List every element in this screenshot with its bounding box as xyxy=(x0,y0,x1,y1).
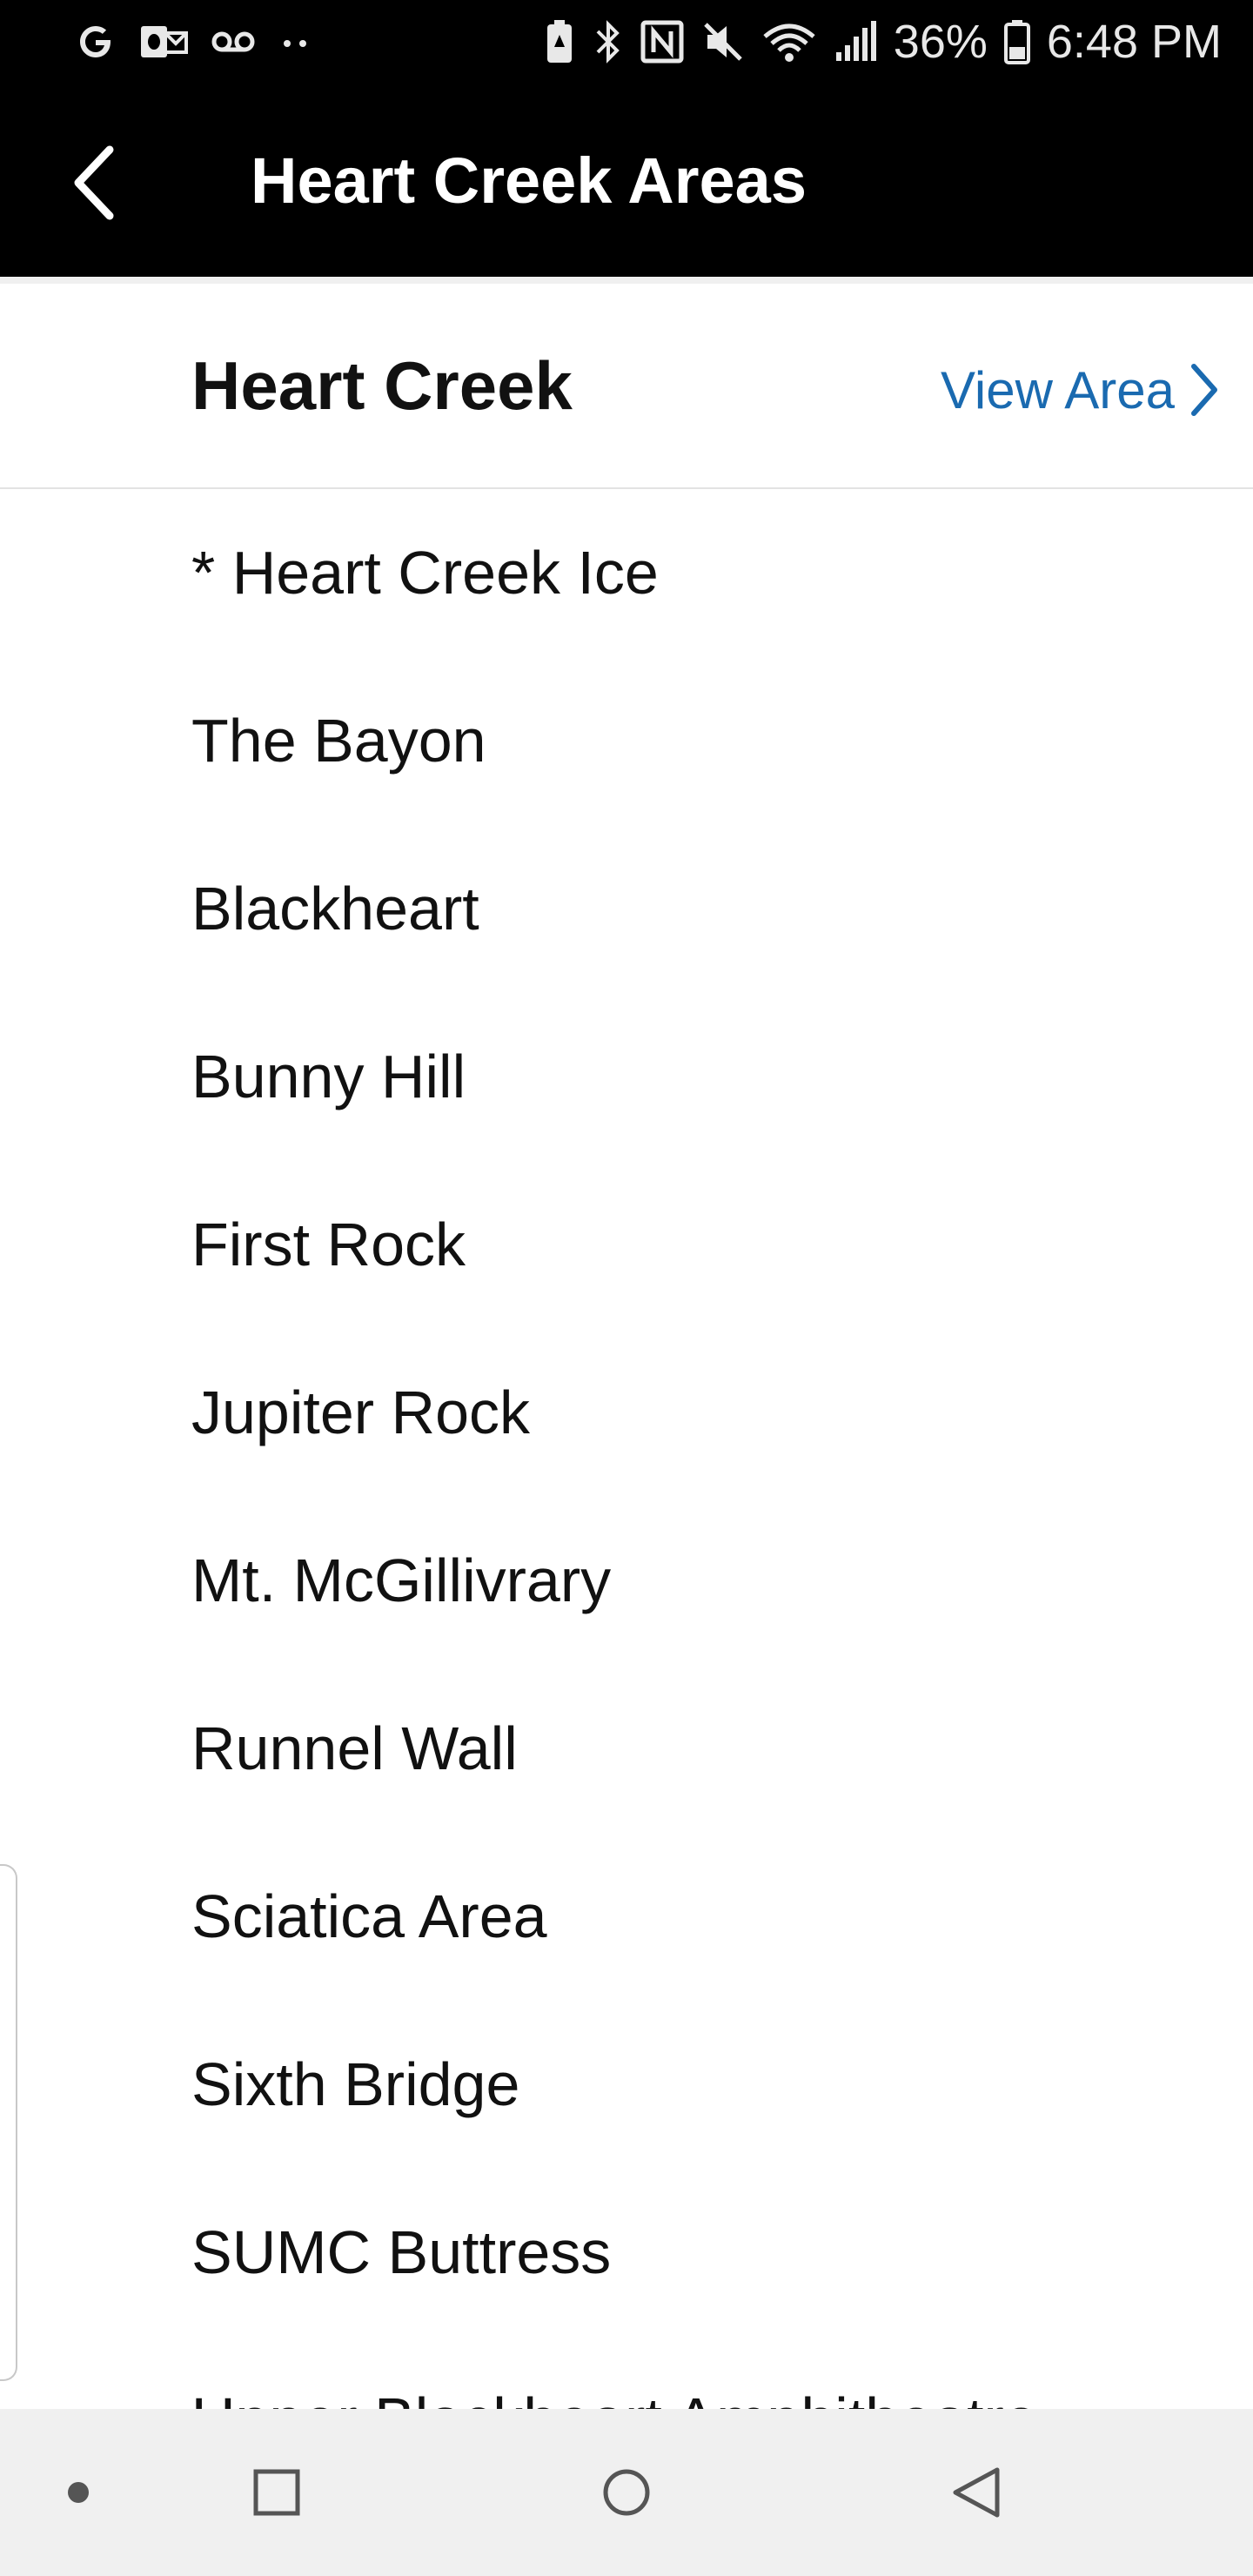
list-item[interactable]: Bunny Hill xyxy=(0,991,1253,1159)
list-item-label: The Bayon xyxy=(191,707,486,775)
outlook-icon xyxy=(141,26,188,57)
list-item[interactable]: * Heart Creek Ice xyxy=(0,487,1253,655)
mute-icon xyxy=(704,23,742,61)
area-title: Heart Creek xyxy=(191,347,573,424)
list-item-label: Runnel Wall xyxy=(191,1714,518,1782)
home-button[interactable] xyxy=(585,2451,668,2534)
view-area-button[interactable]: View Area xyxy=(941,355,1222,425)
signal-icon xyxy=(835,21,876,61)
app-bar: Heart Creek Areas xyxy=(0,84,1253,277)
chevron-right-icon xyxy=(1191,364,1217,416)
list-item[interactable]: Sciatica Area xyxy=(0,1831,1253,1999)
home-icon xyxy=(603,2469,650,2516)
chevron-left-icon xyxy=(74,145,114,220)
back-button[interactable] xyxy=(52,138,139,225)
battery-icon xyxy=(1003,20,1030,64)
battery-percent: 36% xyxy=(893,16,988,68)
recents-button[interactable] xyxy=(235,2451,318,2534)
list-item-label: SUMC Buttress xyxy=(191,2218,612,2286)
divider xyxy=(0,277,1253,284)
list-item-label: Blackheart xyxy=(191,875,479,943)
list-item[interactable]: Mt. McGillivrary xyxy=(0,1495,1253,1663)
area-list: * Heart Creek Ice The Bayon Blackheart B… xyxy=(0,487,1253,2335)
list-item-label: Sixth Bridge xyxy=(191,2050,520,2118)
more-notifications-icon xyxy=(284,40,306,47)
voicemail-icon xyxy=(211,31,255,52)
nfc-icon xyxy=(640,20,684,64)
list-item-label: Mt. McGillivrary xyxy=(191,1546,612,1614)
status-bar: 36% 6:48 PM xyxy=(0,0,1253,84)
edge-panel-handle[interactable] xyxy=(0,1864,17,2381)
notification-icons xyxy=(75,14,313,70)
back-triangle-icon xyxy=(953,2467,1000,2518)
system-nav-bar xyxy=(0,2409,1253,2576)
list-item[interactable]: The Bayon xyxy=(0,655,1253,823)
nav-dot-button[interactable] xyxy=(37,2451,120,2534)
list-item-label: Jupiter Rock xyxy=(191,1379,531,1446)
clock: 6:48 PM xyxy=(1046,16,1222,68)
list-item[interactable]: First Rock xyxy=(0,1159,1253,1327)
recents-icon xyxy=(253,2469,300,2516)
bluetooth-icon xyxy=(596,20,620,64)
list-item[interactable]: Sixth Bridge xyxy=(0,1999,1253,2167)
google-icon xyxy=(80,26,111,57)
list-item[interactable]: Jupiter Rock xyxy=(0,1327,1253,1495)
list-item[interactable]: SUMC Buttress xyxy=(0,2167,1253,2335)
system-icons: 36% 6:48 PM xyxy=(542,14,1222,70)
list-item[interactable]: Runnel Wall xyxy=(0,1663,1253,1831)
area-header: Heart Creek View Area xyxy=(0,284,1253,489)
list-item-label: First Rock xyxy=(191,1211,466,1278)
list-item-label: Sciatica Area xyxy=(191,1882,547,1950)
wifi-icon xyxy=(763,23,815,62)
list-item-label: * Heart Creek Ice xyxy=(191,539,659,607)
battery-saver-icon xyxy=(546,20,572,63)
nav-back-button[interactable] xyxy=(936,2451,1020,2534)
page-title: Heart Creek Areas xyxy=(251,144,807,217)
dot-icon xyxy=(68,2482,89,2503)
list-item-label: Bunny Hill xyxy=(191,1043,466,1110)
list-item[interactable]: Blackheart xyxy=(0,823,1253,991)
view-area-label: View Area xyxy=(940,360,1175,419)
